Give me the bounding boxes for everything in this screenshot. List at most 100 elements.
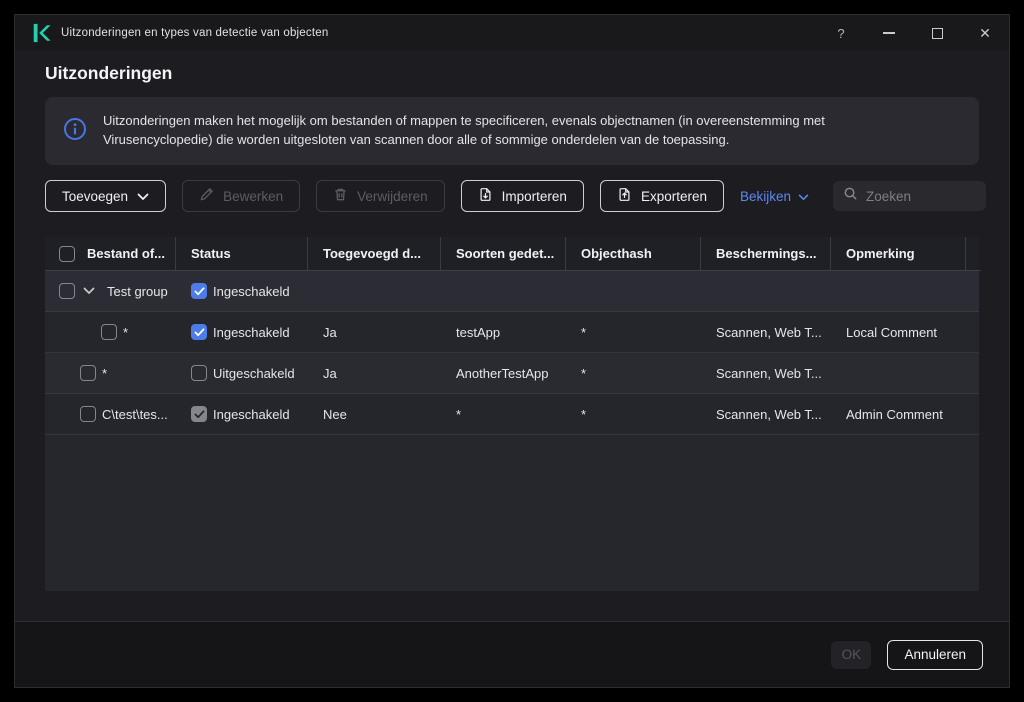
exclusions-table: Bestand of... Status Toegevoegd d... Soo… (45, 237, 979, 591)
comment-cell (831, 353, 966, 393)
header-detected-types[interactable]: Soorten gedet... (441, 237, 566, 271)
close-button[interactable]: ✕ (961, 15, 1009, 51)
status-checkbox[interactable] (191, 365, 207, 381)
detected-types-cell: testApp (441, 312, 566, 352)
spacer (15, 591, 1009, 621)
status-checkbox[interactable] (191, 324, 207, 340)
minimize-button[interactable] (865, 15, 913, 51)
app-window: Uitzonderingen en types van detectie van… (14, 14, 1010, 688)
item-name: * (123, 325, 128, 340)
empty-cell (966, 353, 981, 393)
footer: OK Annuleren (15, 622, 1009, 687)
item-name-cell: C\test\tes... (45, 394, 176, 434)
table-header: Bestand of... Status Toegevoegd d... Soo… (45, 237, 979, 271)
group-name: Test group (107, 284, 168, 299)
import-button[interactable]: Importeren (461, 180, 584, 212)
minimize-icon (883, 32, 895, 34)
maximize-button[interactable] (913, 15, 961, 51)
table-empty-area (45, 435, 979, 591)
header-added-by[interactable]: Toegevoegd d... (308, 237, 441, 271)
item-name-cell: * (45, 353, 176, 393)
object-hash-cell: * (566, 353, 701, 393)
view-dropdown[interactable]: Bekijken (740, 189, 809, 204)
object-hash-cell: * (566, 394, 701, 434)
page-content: Uitzonderingen Uitzonderingen maken het … (15, 51, 1009, 591)
added-by-cell: Ja (308, 312, 441, 352)
table-row[interactable]: C\test\tes... Ingeschakeld Nee * * Scann… (45, 394, 979, 435)
delete-button-label: Verwijderen (357, 189, 428, 204)
status-label: Ingeschakeld (213, 284, 290, 299)
export-icon (617, 187, 632, 205)
info-banner: Uitzonderingen maken het mogelijk om bes… (45, 97, 979, 165)
header-file-or-folder[interactable]: Bestand of... (45, 237, 176, 271)
empty-cell (566, 271, 701, 311)
chevron-down-icon[interactable] (83, 287, 95, 295)
header-object-hash[interactable]: Objecthash (566, 237, 701, 271)
add-button-label: Toevoegen (62, 189, 128, 204)
cancel-button[interactable]: Annuleren (887, 640, 983, 670)
item-name: * (102, 366, 107, 381)
export-button-label: Exporteren (641, 189, 707, 204)
pencil-icon (199, 187, 214, 205)
empty-cell (308, 271, 441, 311)
chevron-down-icon (798, 189, 809, 204)
import-button-label: Importeren (502, 189, 567, 204)
group-name-cell: Test group (45, 271, 176, 311)
view-dropdown-label: Bekijken (740, 189, 791, 204)
protection-cell: Scannen, Web T... (701, 353, 831, 393)
empty-cell (966, 394, 981, 434)
row-select-checkbox[interactable] (80, 365, 96, 381)
header-stub (966, 237, 981, 271)
empty-cell (966, 312, 981, 352)
detected-types-cell: * (441, 394, 566, 434)
status-cell: Ingeschakeld (176, 312, 308, 352)
status-label: Ingeschakeld (213, 325, 290, 340)
maximize-icon (932, 28, 943, 39)
protection-cell: Scannen, Web T... (701, 312, 831, 352)
search-box (833, 181, 986, 211)
table-row-group[interactable]: Test group Ingeschakeld (45, 271, 979, 312)
added-by-cell: Ja (308, 353, 441, 393)
empty-cell (831, 271, 966, 311)
screen: Uitzonderingen en types van detectie van… (0, 0, 1024, 702)
protection-cell: Scannen, Web T... (701, 394, 831, 434)
select-all-checkbox[interactable] (59, 246, 75, 262)
item-name: C\test\tes... (102, 407, 168, 422)
kaspersky-logo-icon (31, 23, 51, 43)
row-select-checkbox[interactable] (59, 283, 75, 299)
status-cell: Uitgeschakeld (176, 353, 308, 393)
import-icon (478, 187, 493, 205)
header-status[interactable]: Status (176, 237, 308, 271)
empty-cell (441, 271, 566, 311)
empty-cell (701, 271, 831, 311)
page-title: Uitzonderingen (45, 63, 979, 84)
add-button[interactable]: Toevoegen (45, 180, 166, 212)
edit-button[interactable]: Bewerken (182, 180, 300, 212)
status-cell: Ingeschakeld (176, 394, 308, 434)
detected-types-cell: AnotherTestApp (441, 353, 566, 393)
edit-button-label: Bewerken (223, 189, 283, 204)
window-controls: ? ✕ (817, 15, 1009, 51)
trash-icon (333, 187, 348, 205)
row-select-checkbox[interactable] (101, 324, 117, 340)
window-title: Uitzonderingen en types van detectie van… (61, 27, 328, 39)
header-protection[interactable]: Beschermings... (701, 237, 831, 271)
item-name-cell: * (45, 312, 176, 352)
ok-button[interactable]: OK (831, 641, 871, 669)
status-checkbox[interactable] (191, 283, 207, 299)
table-row[interactable]: * Ingeschakeld Ja testApp * Scannen, Web… (45, 312, 979, 353)
status-label: Uitgeschakeld (213, 366, 295, 381)
export-button[interactable]: Exporteren (600, 180, 724, 212)
help-button[interactable]: ? (817, 15, 865, 51)
comment-cell: Local Comment (831, 312, 966, 352)
row-select-checkbox[interactable] (80, 406, 96, 422)
chevron-down-icon (137, 189, 149, 204)
header-comment[interactable]: Opmerking (831, 237, 966, 271)
search-input[interactable] (866, 189, 976, 204)
object-hash-cell: * (566, 312, 701, 352)
table-row[interactable]: * Uitgeschakeld Ja AnotherTestApp * Scan… (45, 353, 979, 394)
status-cell: Ingeschakeld (176, 271, 308, 311)
delete-button[interactable]: Verwijderen (316, 180, 445, 212)
empty-cell (966, 271, 981, 311)
search-icon (843, 186, 858, 206)
